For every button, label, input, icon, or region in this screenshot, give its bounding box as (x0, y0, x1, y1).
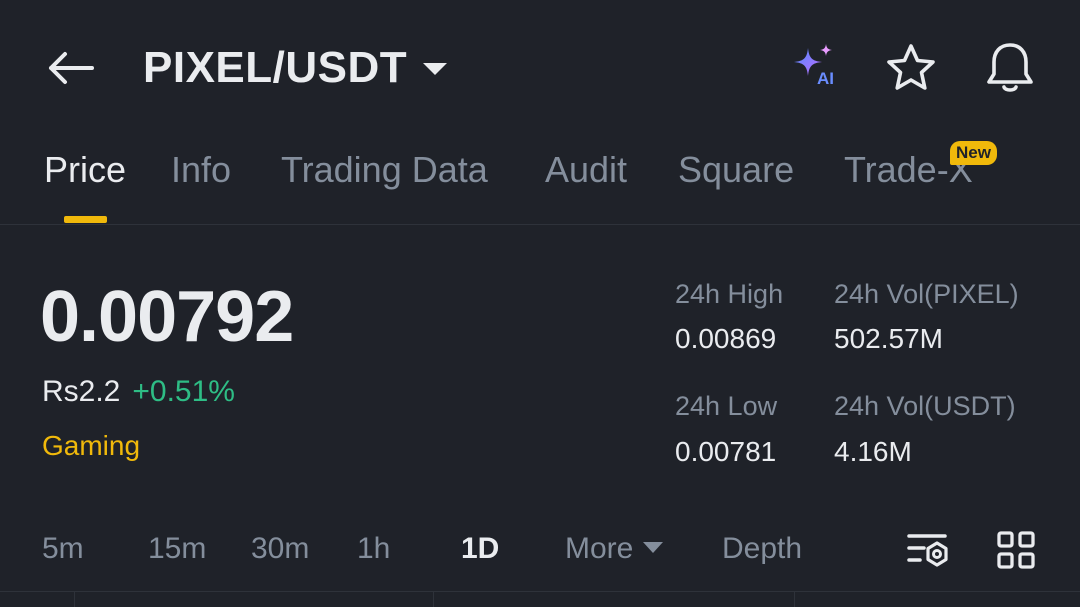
interval-bar: 5m 15m 30m 1h 1D More Depth (0, 520, 1080, 582)
interval-more[interactable]: More (565, 532, 664, 566)
bell-icon[interactable] (982, 40, 1038, 96)
chart-gridline (74, 592, 75, 607)
fiat-price: Rs2.2 (42, 375, 121, 408)
last-price: 0.00792 (40, 277, 294, 357)
indicator-settings-icon[interactable] (906, 528, 950, 572)
price-change: +0.51% (132, 375, 235, 408)
price-subline: Rs2.2 +0.51% (42, 375, 235, 409)
top-bar: PIXEL/USDT AI (0, 0, 1080, 135)
vol-quote-label: 24h Vol(USDT) (834, 391, 1016, 421)
pair-title: PIXEL/USDT (143, 43, 408, 92)
interval-1d[interactable]: 1D (461, 532, 499, 566)
caret-down-icon (643, 541, 664, 553)
tab-square[interactable]: Square (678, 149, 794, 191)
tab-info[interactable]: Info (171, 149, 231, 191)
pair-selector[interactable]: PIXEL/USDT (143, 40, 448, 96)
low-label: 24h Low (675, 391, 778, 421)
new-badge: New (950, 141, 997, 165)
chart-area[interactable] (0, 591, 1080, 607)
chart-gridline (794, 592, 795, 607)
depth-tab[interactable]: Depth (722, 532, 802, 566)
interval-more-label: More (565, 532, 634, 565)
interval-5m[interactable]: 5m (42, 532, 84, 566)
tab-price[interactable]: Price (44, 149, 126, 191)
interval-1h[interactable]: 1h (357, 532, 390, 566)
ai-label: AI (817, 69, 834, 88)
interval-15m[interactable]: 15m (148, 532, 206, 566)
interval-30m[interactable]: 30m (251, 532, 309, 566)
tab-audit[interactable]: Audit (545, 149, 627, 191)
category-tag[interactable]: Gaming (42, 430, 140, 462)
high-value: 0.00869 (675, 323, 777, 354)
low-value: 0.00781 (675, 436, 777, 467)
chart-gridline (433, 592, 434, 607)
vol-base-label: 24h Vol(PIXEL) (834, 279, 1019, 309)
tab-bar: Price Info Trading Data Audit Square Tra… (0, 135, 1080, 225)
vol-base-value: 502.57M (834, 323, 943, 354)
star-icon[interactable] (883, 40, 939, 96)
tab-trading-data[interactable]: Trading Data (281, 149, 488, 191)
grid-layout-icon[interactable] (994, 528, 1038, 572)
high-label: 24h High (675, 279, 784, 309)
vol-quote-value: 4.16M (834, 436, 912, 467)
ai-sparkle-icon[interactable]: AI (786, 40, 842, 96)
back-arrow-icon[interactable] (44, 44, 96, 92)
caret-down-icon (423, 63, 448, 75)
active-tab-indicator (64, 216, 107, 223)
